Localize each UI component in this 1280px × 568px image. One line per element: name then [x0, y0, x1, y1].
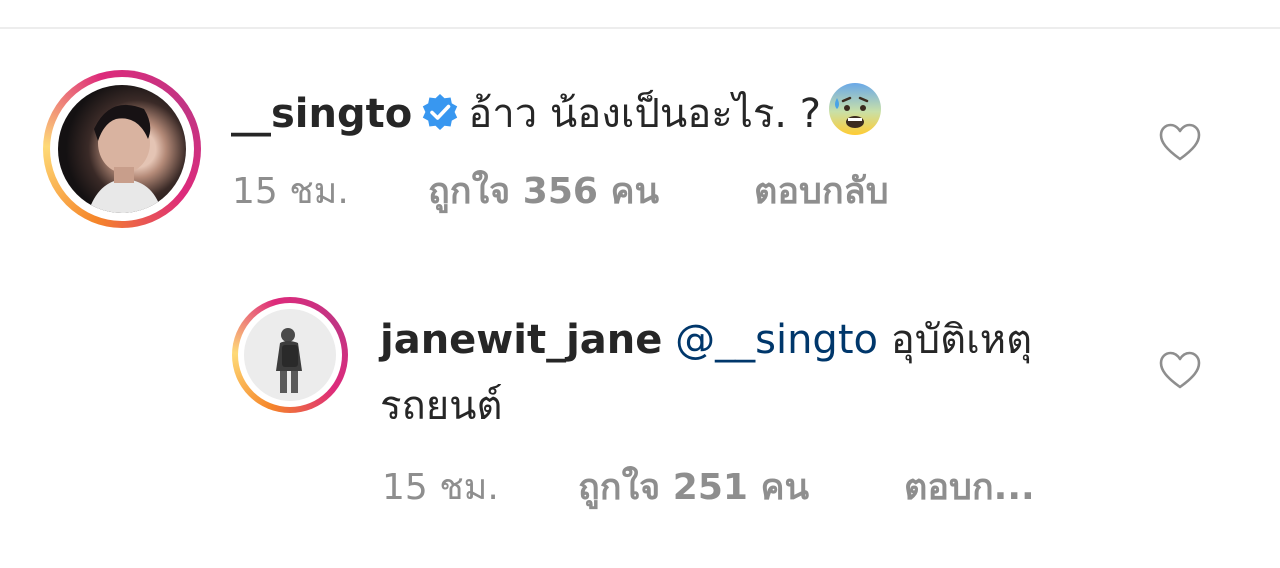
like-heart-icon[interactable]: [1158, 122, 1202, 162]
mention-link[interactable]: @__singto: [675, 317, 878, 363]
verified-badge-icon: [420, 93, 460, 143]
username[interactable]: janewit_jane: [380, 317, 662, 363]
comment-time[interactable]: 15 ชม.: [232, 162, 349, 219]
reply-button[interactable]: ตอบก...: [904, 458, 1035, 515]
reply-button[interactable]: ตอบกลับ: [754, 162, 889, 219]
comment-text-line: janewit_jane @__singto อุบัติเหตุรถยนต์: [380, 307, 1130, 439]
avatar[interactable]: [244, 309, 336, 401]
comment-text-line: __singto อ้าว น้องเป็นอะไร. ?: [231, 81, 883, 147]
anxious-face-with-sweat-emoji: [827, 81, 883, 147]
top-divider: [0, 27, 1280, 29]
likes-count[interactable]: ถูกใจ 356 คน: [428, 162, 659, 219]
likes-count[interactable]: ถูกใจ 251 คน: [578, 458, 809, 515]
avatar[interactable]: [58, 85, 186, 213]
username[interactable]: __singto: [231, 91, 412, 137]
like-heart-icon[interactable]: [1158, 350, 1202, 390]
comment-time[interactable]: 15 ชม.: [382, 458, 499, 515]
comment-text: อ้าว น้องเป็นอะไร. ?: [468, 91, 821, 137]
